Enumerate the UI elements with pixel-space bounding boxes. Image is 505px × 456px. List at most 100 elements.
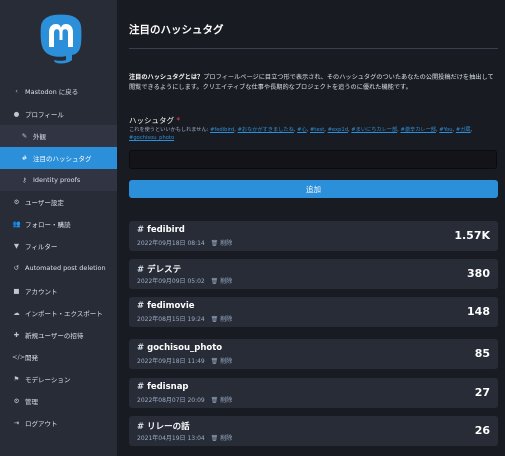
sidebar-item-label: プロフィール <box>25 111 64 119</box>
delete-link[interactable]: 🗑 削除 <box>211 435 233 442</box>
divider <box>129 48 498 49</box>
sidebar-item-featured-tags[interactable]: # 注目のハッシュタグ <box>0 147 117 169</box>
tag-meta: 2022年09月18日 08:14 🗑 削除 <box>137 238 232 247</box>
sidebar-item-invites[interactable]: ✚ 新規ユーザーの招待 <box>0 324 117 346</box>
add-button[interactable]: 追加 <box>129 180 498 198</box>
tag-count: 148 <box>467 305 490 318</box>
sidebar-item-filters[interactable]: ▼ フィルター <box>0 235 117 257</box>
user-icon: ● <box>13 110 20 118</box>
hashtag-icon: # <box>21 154 28 162</box>
tag-meta: 2022年09月18日 11:49 🗑 削除 <box>137 356 232 365</box>
tag-row: # fedisnap 2022年08月07日 20:09 🗑 削除 27 <box>129 378 498 408</box>
sidebar-item-preferences[interactable]: ⚙ ユーザー設定 <box>0 191 117 213</box>
delete-link[interactable]: 🗑 削除 <box>211 278 233 285</box>
hashtag-icon: # <box>137 301 145 311</box>
suggestion-tag[interactable]: #exp1d <box>328 127 348 133</box>
sidebar-item-label: アカウント <box>25 288 58 296</box>
chevron-left-icon: ‹ <box>15 87 18 95</box>
suggestion-tag[interactable]: #You <box>439 127 452 133</box>
sidebar-item-label: 開発 <box>25 354 38 362</box>
sidebar-item-development[interactable]: </> 開発 <box>0 346 117 368</box>
key-icon: ⚷ <box>22 176 27 184</box>
suggestion-tag[interactable]: #test <box>310 127 324 133</box>
tag-name-text: リレーの話 <box>147 422 190 432</box>
pencil-icon: ✎ <box>21 132 28 140</box>
delete-label: 削除 <box>220 358 233 365</box>
delete-label: 削除 <box>220 397 233 404</box>
required-mark: * <box>176 116 181 125</box>
suggestion-tag[interactable]: #gochisou_photo <box>129 135 174 141</box>
sidebar-item-import-export[interactable]: ☁ インポート・エクスポート <box>0 302 117 324</box>
delete-link[interactable]: 🗑 削除 <box>211 358 233 365</box>
sidebar-item-account[interactable]: ■ アカウント <box>0 280 117 302</box>
history-icon: ↺ <box>13 264 20 272</box>
suggestion-tag[interactable]: #激辛カレー部 <box>400 127 435 133</box>
suggestion-tag[interactable]: #心 <box>297 127 307 133</box>
sidebar-item-identity-proofs[interactable]: ⚷ Identity proofs <box>0 169 117 191</box>
sidebar-item-administration[interactable]: ⚙ 管理 <box>0 390 117 412</box>
hashtag-input[interactable] <box>129 150 497 169</box>
mastodon-logo-icon[interactable] <box>39 14 83 64</box>
code-icon: </> <box>12 353 26 361</box>
tag-name[interactable]: # リレーの話 <box>137 420 190 432</box>
tag-count: 380 <box>467 267 490 280</box>
delete-label: 削除 <box>220 435 233 442</box>
sidebar-item-label: 外観 <box>33 133 46 141</box>
hashtag-label-text: ハッシュタグ <box>129 116 174 125</box>
tag-name[interactable]: # fedimovie <box>137 301 195 311</box>
tag-name[interactable]: # fedibird <box>137 225 185 235</box>
tag-row: # fedibird 2022年09月18日 08:14 🗑 削除 1.57K <box>129 221 498 251</box>
sidebar-item-profile[interactable]: ● プロフィール <box>0 103 117 125</box>
tag-date: 2021年04月19日 13:04 <box>137 435 205 442</box>
hashtag-icon: # <box>137 343 145 353</box>
suggestion-tag[interactable]: #おなかがすきましたね <box>238 127 294 133</box>
tag-row: # リレーの話 2021年04月19日 13:04 🗑 削除 26 <box>129 416 498 446</box>
delete-link[interactable]: 🗑 削除 <box>211 397 233 404</box>
tag-count: 85 <box>474 347 490 360</box>
sidebar-item-relationships[interactable]: 👥 フォロー・購読 <box>0 213 117 235</box>
sidebar-item-label: モデレーション <box>25 376 71 384</box>
tag-meta: 2022年08月07日 20:09 🗑 削除 <box>137 395 232 404</box>
hashtag-suggestions: これを使うといいかもしれません: #fedibird, #おなかがすきましたね,… <box>129 127 473 141</box>
sidebar-item-label: インポート・エクスポート <box>25 310 103 318</box>
suggestion-tag[interactable]: #ガ蔵 <box>456 127 471 133</box>
tag-name-text: fedimovie <box>147 301 195 311</box>
sidebar-item-logout[interactable]: ⇥ ログアウト <box>0 412 117 434</box>
sidebar: ‹ Mastodon に戻る ● プロフィール ✎ 外観 # 注目のハッシュタグ… <box>0 0 117 456</box>
delete-link[interactable]: 🗑 削除 <box>211 240 233 247</box>
tag-name-text: fedibird <box>147 225 185 235</box>
sidebar-item-label: ログアウト <box>25 420 58 428</box>
sidebar-item-label: ユーザー設定 <box>25 199 64 207</box>
main-content: 注目のハッシュタグ 注目のハッシュタグとは？プロフィールページに目立つ形で表示さ… <box>117 0 505 456</box>
sidebar-item-back[interactable]: ‹ Mastodon に戻る <box>0 80 117 102</box>
lock-icon: ■ <box>13 287 20 295</box>
sidebar-item-label: Automated post deletion <box>25 264 106 272</box>
suggestion-tag[interactable]: #fedibird <box>210 127 234 133</box>
tag-name[interactable]: # gochisou_photo <box>137 343 222 353</box>
sidebar-item-label: フィルター <box>25 243 58 251</box>
tag-name[interactable]: # fedisnap <box>137 382 189 392</box>
trash-icon: 🗑 <box>210 435 219 442</box>
tag-count: 27 <box>474 386 490 399</box>
cogs-icon: ⚙ <box>13 397 20 405</box>
tag-name[interactable]: # デレステ <box>137 263 181 275</box>
sidebar-item-appearance[interactable]: ✎ 外観 <box>0 125 117 147</box>
sidebar-item-post-deletion[interactable]: ↺ Automated post deletion <box>0 257 117 279</box>
tag-date: 2022年08月07日 20:09 <box>137 397 205 404</box>
tag-name-text: gochisou_photo <box>147 343 223 353</box>
cloud-download-icon: ☁ <box>13 309 20 317</box>
tag-meta: 2021年04月19日 13:04 🗑 削除 <box>137 433 232 442</box>
tag-date: 2022年08月15日 19:24 <box>137 316 205 323</box>
delete-label: 削除 <box>220 240 233 247</box>
sidebar-item-moderation[interactable]: ⚑ モデレーション <box>0 368 117 390</box>
trash-icon: 🗑 <box>210 240 219 247</box>
delete-link[interactable]: 🗑 削除 <box>211 316 233 323</box>
sidebar-item-label: Identity proofs <box>33 176 81 184</box>
tag-count: 26 <box>474 424 490 437</box>
suggestion-tag[interactable]: #まいにちカレー部 <box>351 127 397 133</box>
tag-date: 2022年09月18日 11:49 <box>137 358 205 365</box>
hashtag-icon: # <box>137 265 145 275</box>
tag-meta: 2022年09月09日 05:02 🗑 削除 <box>137 276 232 285</box>
sign-out-icon: ⇥ <box>13 419 20 427</box>
hashtag-field-label: ハッシュタグ * <box>129 115 180 126</box>
